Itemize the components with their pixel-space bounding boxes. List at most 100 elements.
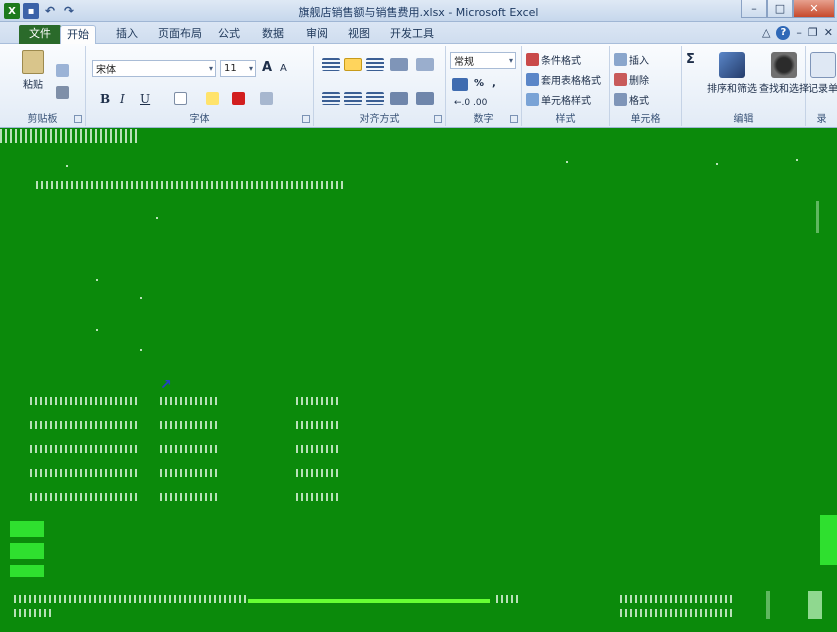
doc-minimize-icon[interactable]: –: [796, 26, 802, 40]
grid-dot: [156, 217, 158, 219]
decimal-buttons[interactable]: ←.0 .00: [454, 98, 487, 108]
worksheet-area[interactable]: ↗: [0, 129, 837, 632]
conditional-format-button[interactable]: 条件格式: [526, 52, 581, 67]
comma-button[interactable]: ,: [492, 78, 496, 89]
align-left-icon[interactable]: [322, 92, 340, 105]
font-color-icon[interactable]: [232, 92, 245, 105]
chevron-down-icon: ▾: [248, 64, 253, 73]
format-as-table-button[interactable]: 套用表格格式: [526, 72, 601, 87]
help-icon[interactable]: ?: [776, 26, 791, 40]
doc-restore-icon[interactable]: ❐: [808, 26, 818, 40]
sort-filter-button[interactable]: 排序和筛选: [706, 52, 758, 95]
editing-group-label: 编辑: [733, 114, 754, 125]
highlight-block: [10, 521, 44, 537]
group-font: 宋体 ▾ 11 ▾ A A B I U 字体: [86, 46, 314, 126]
group-styles: 条件格式 套用表格格式 单元格样式 样式: [522, 46, 610, 126]
tab-insert[interactable]: 插入: [110, 25, 144, 44]
minimize-button[interactable]: –: [741, 0, 767, 18]
paste-button[interactable]: 粘贴: [22, 50, 44, 91]
tab-file[interactable]: 文件: [19, 25, 61, 44]
orientation-icon[interactable]: [390, 58, 408, 71]
group-cells: 插入 删除 格式 单元格: [610, 46, 682, 126]
wrap-text-icon[interactable]: [416, 58, 434, 71]
table-icon: [526, 73, 539, 86]
format-cells-button[interactable]: 格式: [614, 92, 649, 107]
indent-icon[interactable]: [390, 92, 408, 105]
format-painter-icon[interactable]: [56, 86, 69, 99]
tab-view[interactable]: 视图: [342, 25, 376, 44]
grid-dot: [140, 349, 142, 351]
form-icon: [810, 52, 836, 78]
bold-button[interactable]: B: [100, 92, 110, 106]
tab-page-layout[interactable]: 页面布局: [152, 25, 208, 44]
window-controls: – □ ✕: [741, 0, 835, 18]
font-name-select[interactable]: 宋体 ▾: [92, 60, 216, 77]
table-row-artifact: [296, 445, 340, 453]
font-group-label: 字体: [189, 114, 210, 125]
table-row-artifact: [160, 397, 220, 405]
footer-row-artifact: [620, 609, 732, 617]
alignment-launcher-icon[interactable]: [434, 115, 442, 123]
ribbon-right-controls: △ ? – ❐ ✕: [762, 26, 833, 40]
italic-button[interactable]: I: [120, 92, 125, 106]
font-launcher-icon[interactable]: [302, 115, 310, 123]
align-top-icon[interactable]: [322, 58, 340, 71]
format-icon: [614, 93, 627, 106]
table-row-artifact: [160, 421, 220, 429]
ribbon-collapse-icon[interactable]: △: [762, 26, 770, 40]
font-size-select[interactable]: 11 ▾: [220, 60, 256, 77]
merge-center-icon[interactable]: [416, 92, 434, 105]
tab-data[interactable]: 数据: [256, 25, 290, 44]
table-row-artifact: [296, 469, 340, 477]
footer-row-artifact: [14, 595, 246, 603]
align-center-icon[interactable]: [344, 92, 362, 105]
delete-cells-button[interactable]: 删除: [614, 72, 649, 87]
align-middle-icon[interactable]: [344, 58, 362, 71]
autosum-button[interactable]: Σ: [686, 52, 695, 67]
tab-home[interactable]: 开始: [60, 25, 96, 44]
find-select-button[interactable]: 查找和选择: [759, 52, 809, 95]
highlight-block: [820, 515, 837, 565]
scroll-marker: [766, 591, 770, 619]
group-alignment: 对齐方式: [314, 46, 446, 126]
tab-review[interactable]: 审阅: [300, 25, 334, 44]
align-bottom-icon[interactable]: [366, 58, 384, 71]
group-editing: Σ 排序和筛选 查找和选择 编辑: [682, 46, 809, 126]
align-right-icon[interactable]: [366, 92, 384, 105]
delete-icon: [614, 73, 627, 86]
shrink-font-button[interactable]: A: [280, 63, 287, 74]
chevron-down-icon: ▾: [208, 64, 213, 73]
footer-row-artifact: [496, 595, 520, 603]
footer-row-artifact: [14, 609, 54, 617]
fill-color-icon[interactable]: [206, 92, 219, 105]
binoculars-icon: [771, 52, 797, 78]
record-form-button[interactable]: 记录单: [808, 52, 837, 95]
group-record: 记录单 录: [806, 46, 837, 126]
tab-developer[interactable]: 开发工具: [384, 25, 440, 44]
number-format-select[interactable]: 常规 ▾: [450, 52, 516, 69]
grow-font-button[interactable]: A: [262, 60, 272, 75]
window-title: 旗舰店销售额与销售费用.xlsx - Microsoft Excel: [298, 6, 539, 19]
close-button[interactable]: ✕: [793, 0, 835, 18]
underline-button[interactable]: U: [140, 92, 150, 106]
doc-close-icon[interactable]: ✕: [824, 26, 833, 40]
phonetic-icon[interactable]: [260, 92, 273, 105]
grid-dot: [796, 159, 798, 161]
cell-styles-button[interactable]: 单元格样式: [526, 92, 591, 107]
number-launcher-icon[interactable]: [510, 115, 518, 123]
scroll-marker: [816, 201, 819, 233]
percent-button[interactable]: %: [474, 78, 484, 89]
border-icon[interactable]: [174, 92, 187, 105]
ribbon-tabs: 文件 开始 插入 页面布局 公式 数据 审阅 视图 开发工具 △ ? – ❐ ✕: [0, 22, 837, 44]
clipboard-launcher-icon[interactable]: [74, 115, 82, 123]
insert-cells-button[interactable]: 插入: [614, 52, 649, 67]
title-row-artifact: [36, 181, 346, 189]
tab-formulas[interactable]: 公式: [212, 25, 246, 44]
chevron-down-icon: ▾: [508, 56, 513, 65]
grid-dot: [716, 163, 718, 165]
cell-cursor-icon: ↗: [160, 377, 172, 393]
maximize-button[interactable]: □: [767, 0, 793, 18]
table-row-artifact: [30, 421, 140, 429]
currency-icon[interactable]: [452, 78, 468, 91]
copy-icon[interactable]: [56, 64, 69, 77]
